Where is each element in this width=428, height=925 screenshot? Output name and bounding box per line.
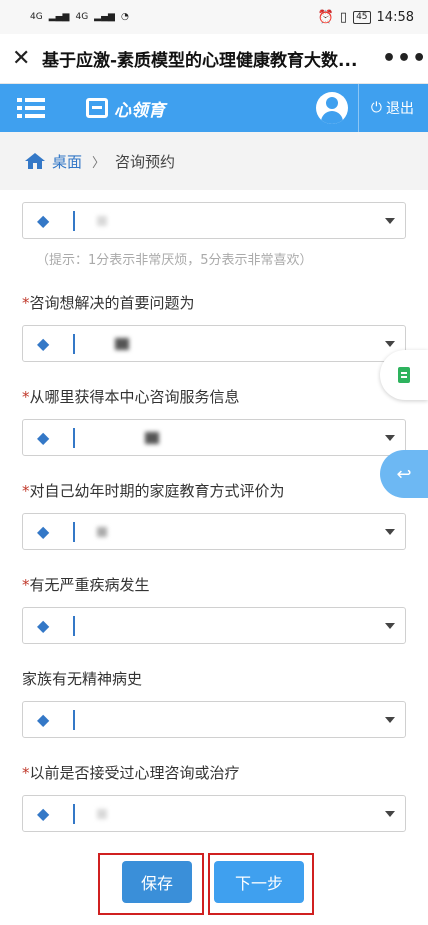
menu-icon[interactable] [0,84,62,132]
logout-button[interactable]: ⏻ 退出 [357,84,428,132]
form-content[interactable]: ◆ （提示：1分表示非常厌烦，5分表示非常喜欢） *咨询想解决的首要问题为 ◆ … [0,190,428,925]
network-label: 4G [30,12,43,22]
alarm-icon: ⏰ [317,9,334,25]
wifi-icon: ◔ [120,12,129,22]
chevron-down-icon [385,717,395,723]
family-education-select[interactable]: ◆ [22,513,406,550]
clock: 14:58 [376,9,414,25]
info-source-select[interactable]: ◆ [22,419,406,456]
chevron-down-icon [385,218,395,224]
tag-icon: ◆ [37,211,50,230]
tag-icon: ◆ [37,522,50,541]
app-logo: 心领育 [86,96,165,121]
field-label: *有无严重疾病发生 [22,576,150,594]
chevron-down-icon [385,341,395,347]
power-icon: ⏻ [370,100,382,116]
prior-counseling-select[interactable]: ◆ [22,795,406,832]
primary-issue-select[interactable]: ◆ [22,325,406,362]
select-divider [73,803,75,824]
field-label: 家族有无精神病史 [22,670,143,688]
document-float-button[interactable] [380,350,428,400]
tag-icon: ◆ [37,710,50,729]
back-float-button[interactable]: ↩ [380,450,428,498]
close-icon[interactable]: ✕ [12,46,42,71]
more-options-icon[interactable]: ••• [382,46,426,71]
signal-indicators: 4G ▂▄▆ 4G ▂▄▆ ◔ [30,12,129,22]
page-title: 基于应激-素质模型的心理健康教育大数... [42,51,358,71]
rating-select[interactable]: ◆ [22,202,406,239]
chevron-down-icon [385,623,395,629]
breadcrumb: 桌面 〉 咨询预约 [0,132,428,190]
select-divider [73,210,75,231]
redacted-value [97,526,107,537]
select-divider [73,521,75,542]
redacted-value [115,337,129,350]
battery-icon: 45 [353,10,371,24]
consultation-form: ◆ （提示：1分表示非常厌烦，5分表示非常喜欢） *咨询想解决的首要问题为 ◆ … [22,190,406,832]
chevron-down-icon [385,529,395,535]
signal-icon-2: ▂▄▆ [94,12,115,22]
breadcrumb-home-link[interactable]: 桌面 [52,151,82,172]
select-divider [73,427,75,448]
redacted-value [97,808,107,819]
status-bar: 4G ▂▄▆ 4G ▂▄▆ ◔ ⏰ ▯ 45 14:58 [0,0,428,34]
redacted-value [145,431,159,444]
chevron-down-icon [385,811,395,817]
field-label: *从哪里获得本中心咨询服务信息 [22,388,240,406]
field-label: *咨询想解决的首要问题为 [22,294,195,312]
select-divider [73,615,75,636]
next-step-button[interactable]: 下一步 [214,861,304,903]
network-label-2: 4G [75,12,89,22]
field-label: *对自己幼年时期的家庭教育方式评价为 [22,482,285,500]
user-avatar[interactable] [315,92,348,124]
logo-icon [86,98,108,118]
form-actions: 保存 下一步 [98,853,316,915]
document-icon [398,367,410,383]
breadcrumb-current: 咨询预约 [115,152,176,171]
app-header: 心领育 ⏻ 退出 [0,84,428,132]
logo-text: 心领育 [114,100,165,121]
chevron-down-icon [385,435,395,441]
status-right: ⏰ ▯ 45 14:58 [318,10,414,25]
select-divider [73,709,75,730]
tag-icon: ◆ [37,334,50,353]
signal-icon: ▂▄▆ [48,12,70,22]
tag-icon: ◆ [37,616,50,635]
redacted-value [97,215,107,226]
field-label: *以前是否接受过心理咨询或治疗 [22,764,240,782]
return-arrow-icon: ↩ [396,463,412,485]
webview-titlebar: ✕ 基于应激-素质模型的心理健康教育大数... ••• [0,34,428,84]
save-button[interactable]: 保存 [122,861,192,903]
logout-label: 退出 [386,101,414,117]
select-divider [73,333,75,354]
breadcrumb-separator-icon: 〉 [92,155,106,171]
tag-icon: ◆ [37,804,50,823]
serious-illness-select[interactable]: ◆ [22,607,406,644]
family-mental-history-select[interactable]: ◆ [22,701,406,738]
vibrate-icon: ▯ [339,9,348,25]
rating-hint: （提示：1分表示非常厌烦，5分表示非常喜欢） [36,253,313,268]
home-icon[interactable] [24,152,46,170]
tag-icon: ◆ [37,428,50,447]
